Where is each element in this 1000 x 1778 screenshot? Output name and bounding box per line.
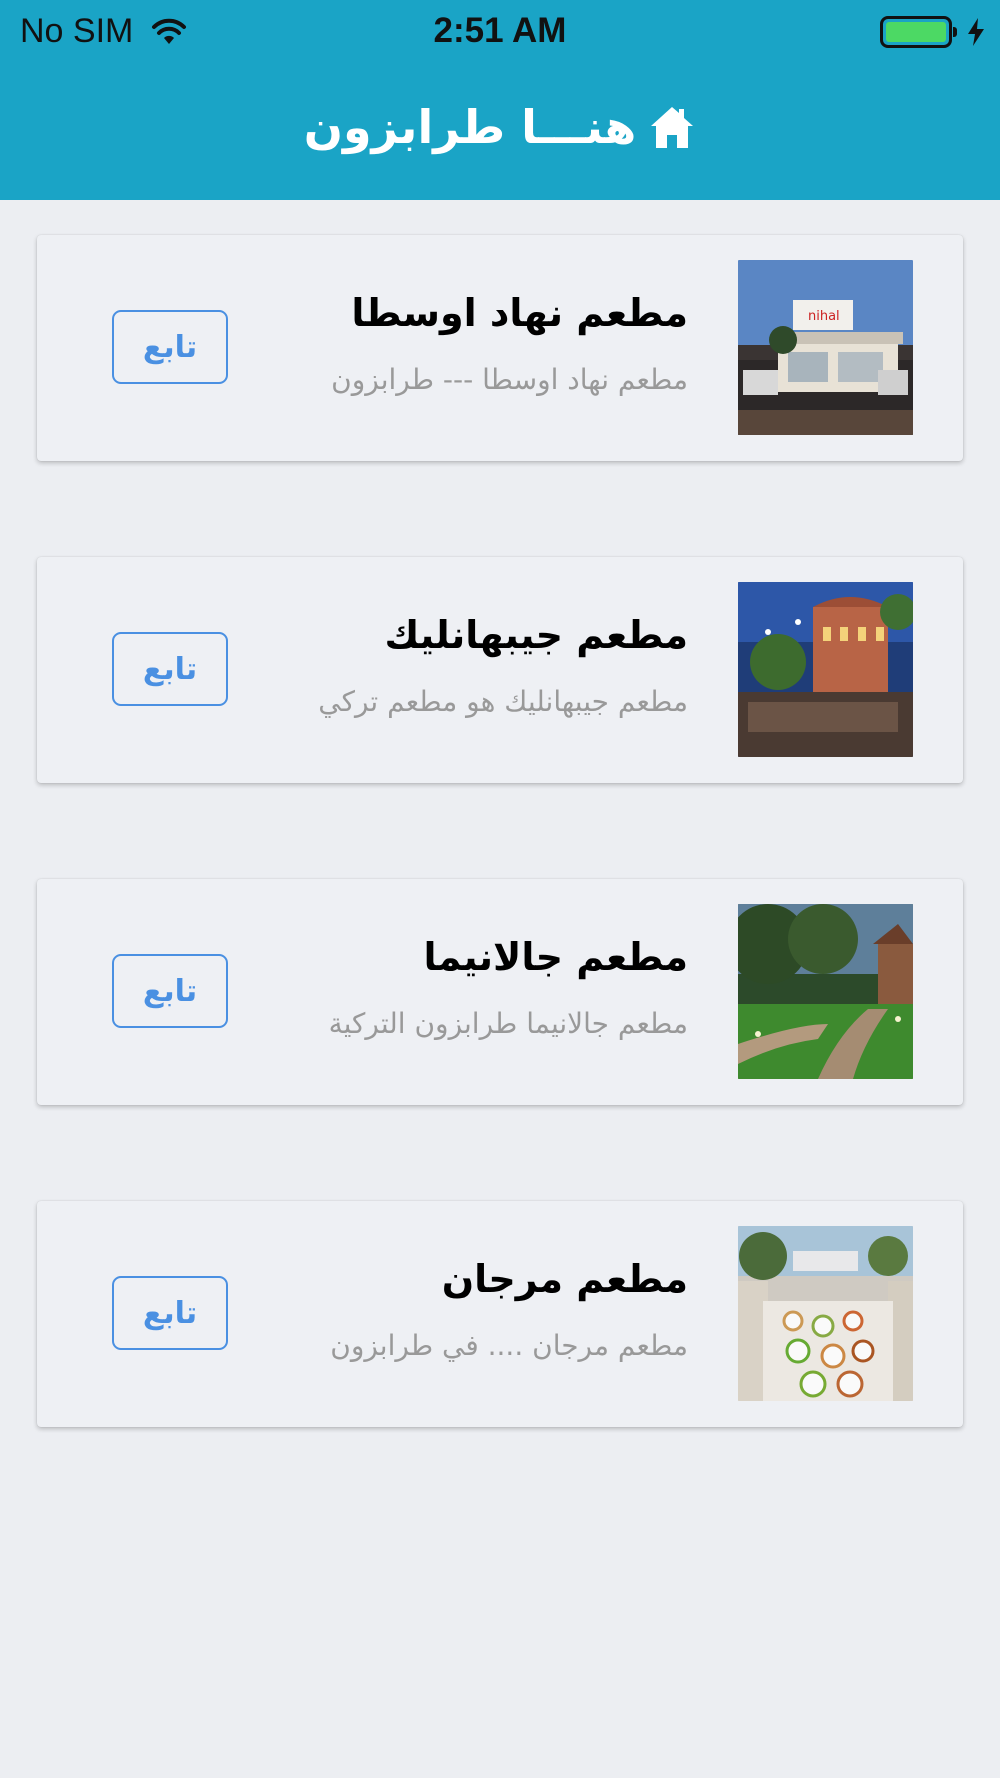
status-time: 2:51 AM [433,11,567,50]
follow-button[interactable]: تابع [112,632,228,706]
battery-icon [880,16,957,48]
restaurant-card[interactable]: nihal مطعم نهاد اوسطا مطعم نهاد اوسطا --… [37,235,963,461]
restaurant-image [738,1226,913,1401]
restaurant-card[interactable]: مطعم مرجان مطعم مرجان .... في طرابزون تا… [37,1201,963,1427]
battery-indicator [880,16,986,48]
restaurant-description: مطعم جيبهانليك هو مطعم تركي [318,685,688,718]
app-header: No SIM 2:51 AM هنـــا طرابزون [0,0,1000,200]
home-icon [651,107,694,148]
status-bar: No SIM 2:51 AM [0,0,1000,64]
charging-bolt-icon [968,18,984,46]
restaurant-description: مطعم مرجان .... في طرابزون [330,1329,688,1362]
restaurant-name: مطعم نهاد اوسطا [351,291,688,335]
restaurant-name: مطعم جالانيما [423,935,689,979]
restaurant-description: مطعم نهاد اوسطا --- طرابزون [331,363,688,396]
restaurant-name: مطعم مرجان [441,1257,688,1301]
restaurant-card[interactable]: مطعم جيبهانليك مطعم جيبهانليك هو مطعم تر… [37,557,963,783]
restaurant-image [738,904,913,1079]
follow-button[interactable]: تابع [112,310,228,384]
restaurant-name: مطعم جيبهانليك [384,613,688,657]
restaurant-image: nihal [738,260,913,435]
restaurant-description: مطعم جالانيما طرابزون التركية [328,1007,688,1040]
restaurant-card[interactable]: مطعم جالانيما مطعم جالانيما طرابزون التر… [37,879,963,1105]
follow-button[interactable]: تابع [112,954,228,1028]
svg-text:nihal: nihal [808,309,840,324]
follow-button[interactable]: تابع [112,1276,228,1350]
header-title-row: هنـــا طرابزون [0,92,1000,162]
page-title: هنـــا طرابزون [303,100,637,154]
restaurant-image [738,582,913,757]
